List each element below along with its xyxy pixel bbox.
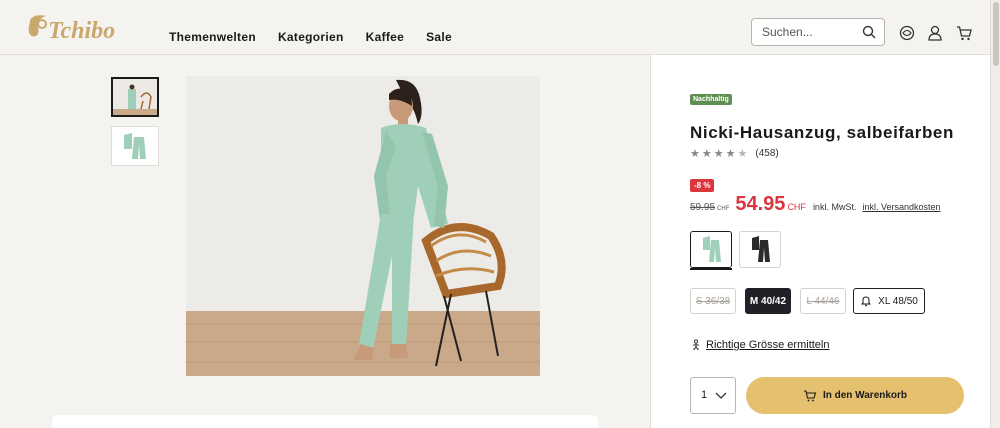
search-box [751, 18, 885, 46]
shipping-costs-link[interactable]: inkl. Versandkosten [862, 202, 940, 212]
product-info-panel: Nachhaltig Nicki-Hausanzug, salbeifarben… [650, 55, 990, 428]
color-swatch-schwarz[interactable] [739, 231, 781, 268]
gallery-thumb-2[interactable] [111, 126, 159, 166]
price-row: 59.95 CHF 54.95 CHF inkl. MwSt. inkl. Ve… [690, 193, 941, 215]
quantity-select[interactable]: 1 [690, 377, 736, 414]
vat-note: inkl. MwSt. [812, 202, 857, 212]
service-icon[interactable] [898, 24, 916, 42]
cart-add-icon [803, 389, 817, 401]
star-empty-icon: ★ [737, 148, 748, 160]
discount-badge: -8 % [690, 179, 715, 192]
rating-stars[interactable]: ★ ★ ★ ★ ★ (458) [690, 147, 779, 160]
color-swatch-selected-indicator [690, 268, 732, 270]
page-scrollbar[interactable] [990, 0, 1000, 428]
svg-text:Tchibo: Tchibo [48, 18, 115, 44]
cart-icon[interactable] [955, 24, 973, 42]
old-price: 59.95 [690, 202, 716, 213]
star-icon: ★ [713, 148, 724, 160]
rating-count[interactable]: (458) [755, 148, 778, 159]
site-header: Tchibo Themenwelten Kategorien Kaffee Sa… [0, 0, 990, 55]
old-price-currency: CHF [717, 206, 730, 212]
size-option-l[interactable]: L 44/46 [800, 288, 846, 314]
size-option-xl[interactable]: XL 48/50 [853, 288, 925, 314]
tchibo-logo[interactable]: Tchibo [24, 8, 136, 44]
chevron-down-icon [715, 392, 727, 399]
size-option-m[interactable]: M 40/42 [745, 288, 791, 314]
scrollbar-thumb[interactable] [993, 2, 999, 66]
add-to-cart-button[interactable]: In den Warenkorb [746, 377, 964, 414]
star-icon: ★ [690, 148, 700, 160]
nav-item-sale[interactable]: Sale [426, 30, 452, 44]
nav-item-kategorien[interactable]: Kategorien [278, 30, 344, 44]
quantity-value: 1 [701, 389, 708, 401]
star-half-icon: ★ [725, 148, 736, 160]
product-title: Nicki-Hausanzug, salbeifarben [690, 123, 954, 142]
product-main-image[interactable] [186, 76, 540, 376]
main-nav: Themenwelten Kategorien Kaffee Sale [169, 30, 452, 44]
new-price-currency: CHF [787, 202, 806, 212]
bell-icon [860, 296, 872, 307]
search-icon[interactable] [862, 25, 876, 39]
new-price: 54.95 [735, 193, 786, 215]
star-icon: ★ [701, 148, 712, 160]
description-card [52, 415, 598, 428]
search-input[interactable] [762, 25, 858, 39]
gallery-thumb-1[interactable] [111, 77, 159, 117]
account-icon[interactable] [926, 24, 944, 42]
product-gallery [0, 55, 650, 428]
fit-icon [693, 339, 699, 351]
size-option-s[interactable]: S 36/38 [690, 288, 736, 314]
nav-item-themenwelten[interactable]: Themenwelten [169, 30, 256, 44]
sustainability-badge: Nachhaltig [690, 94, 732, 105]
size-advisor-link[interactable]: Richtige Grösse ermitteln [690, 339, 830, 351]
nav-item-kaffee[interactable]: Kaffee [366, 30, 404, 44]
color-swatch-salbei[interactable] [690, 231, 732, 268]
